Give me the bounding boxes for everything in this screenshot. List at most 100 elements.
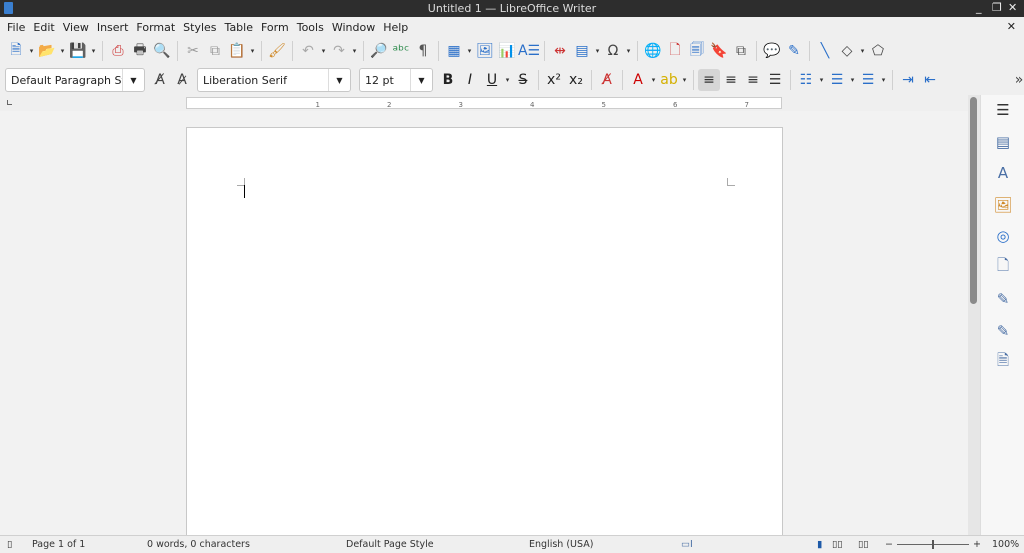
zoom-level[interactable]: 100% (992, 539, 1019, 550)
menu-insert[interactable]: Insert (93, 21, 133, 34)
bookmark-icon[interactable]: 🔖 (708, 40, 730, 62)
properties-icon[interactable]: ▤ (992, 131, 1014, 153)
italic-icon[interactable]: I (459, 69, 481, 91)
zoom-out-button[interactable]: − (885, 539, 893, 550)
page-break-icon[interactable]: ⇹ (549, 40, 571, 62)
menu-icon[interactable]: ☰ (992, 99, 1014, 121)
dropdown-arrow-icon[interactable]: ▾ (624, 47, 633, 55)
find-replace-icon[interactable]: 🔎 (368, 40, 390, 62)
page-count[interactable]: Page 1 of 1 (32, 539, 85, 550)
document-page[interactable] (186, 127, 783, 547)
design-icon[interactable]: 🗎 (992, 351, 1014, 373)
multi-page-view-icon[interactable]: ▯▯ (832, 539, 842, 550)
formatting-marks-icon[interactable]: ¶ (412, 40, 434, 62)
export-pdf-icon[interactable]: ⎙ (107, 40, 129, 62)
chevron-down-icon[interactable]: ▼ (328, 69, 350, 91)
increase-indent-icon[interactable]: ⇥ (897, 69, 919, 91)
manage-changes-icon[interactable]: ✎ (992, 320, 1014, 342)
menu-edit[interactable]: Edit (29, 21, 58, 34)
tab-stop-selector[interactable] (7, 100, 12, 105)
maximize-button[interactable]: ❐ (992, 1, 1002, 14)
language[interactable]: English (USA) (529, 539, 593, 550)
styles-icon[interactable]: A (992, 162, 1014, 184)
align-right-icon[interactable]: ≡ (742, 69, 764, 91)
undo-icon[interactable]: ↶ (297, 40, 319, 62)
dropdown-arrow-icon[interactable]: ▾ (817, 76, 826, 84)
navigator-icon[interactable]: ◎ (992, 225, 1014, 247)
dropdown-arrow-icon[interactable]: ▾ (593, 47, 602, 55)
dropdown-arrow-icon[interactable]: ▾ (879, 76, 888, 84)
menu-table[interactable]: Table (221, 21, 257, 34)
cross-reference-icon[interactable]: ⧉ (730, 40, 752, 62)
vertical-scrollbar[interactable] (968, 95, 980, 535)
basic-shapes-icon[interactable]: ◇ (836, 40, 858, 62)
open-folder-icon[interactable]: 📂 (36, 40, 58, 62)
draw-functions-icon[interactable]: ⬠ (867, 40, 889, 62)
gallery-icon[interactable]: 🖼 (992, 194, 1014, 216)
paragraph-style-combo[interactable]: Default Paragraph Styl▼ (5, 68, 145, 92)
chevron-down-icon[interactable]: ▼ (122, 69, 144, 91)
dropdown-arrow-icon[interactable]: ▾ (27, 47, 36, 55)
insert-chart-icon[interactable]: 📊 (496, 40, 518, 62)
endnote-icon[interactable]: 🗐 (686, 40, 708, 62)
dropdown-arrow-icon[interactable]: ▾ (680, 76, 689, 84)
close-document-button[interactable]: ✕ (1007, 20, 1016, 33)
align-center-icon[interactable]: ≡ (720, 69, 742, 91)
insert-textbox-icon[interactable]: A☰ (518, 40, 540, 62)
copy-icon[interactable]: ⧉ (204, 40, 226, 62)
numbered-list-icon[interactable]: ☰ (826, 69, 848, 91)
underline-icon[interactable]: U (481, 69, 503, 91)
clone-formatting-icon[interactable]: 🖌 (266, 40, 288, 62)
dropdown-arrow-icon[interactable]: ▾ (350, 47, 359, 55)
bold-icon[interactable]: B (437, 69, 459, 91)
insert-image-icon[interactable]: 🖼 (474, 40, 496, 62)
dropdown-arrow-icon[interactable]: ▾ (848, 76, 857, 84)
strikethrough-icon[interactable]: S̶ (512, 69, 534, 91)
update-style-icon[interactable]: A̸ (149, 69, 171, 91)
close-window-button[interactable]: ✕ (1008, 1, 1017, 14)
dropdown-arrow-icon[interactable]: ▾ (465, 47, 474, 55)
subscript-icon[interactable]: x₂ (565, 69, 587, 91)
word-count[interactable]: 0 words, 0 characters (147, 539, 250, 550)
menu-tools[interactable]: Tools (293, 21, 328, 34)
insert-table-icon[interactable]: ▦ (443, 40, 465, 62)
menu-styles[interactable]: Styles (179, 21, 220, 34)
comment-icon[interactable]: 💬 (761, 40, 783, 62)
redo-icon[interactable]: ↷ (328, 40, 350, 62)
zoom-slider-handle[interactable] (932, 540, 934, 549)
new-style-icon[interactable]: A̷ (171, 69, 193, 91)
menu-form[interactable]: Form (257, 21, 293, 34)
font-name-combo[interactable]: Liberation Serif ▼ (197, 68, 351, 92)
menu-help[interactable]: Help (379, 21, 412, 34)
superscript-icon[interactable]: x² (543, 69, 565, 91)
dropdown-arrow-icon[interactable]: ▾ (58, 47, 67, 55)
print-icon[interactable]: 🖶 (129, 40, 151, 62)
insert-field-icon[interactable]: ▤ (571, 40, 593, 62)
new-document-icon[interactable]: 🗎 (5, 40, 27, 62)
menu-file[interactable]: File (3, 21, 29, 34)
dropdown-arrow-icon[interactable]: ▾ (858, 47, 867, 55)
font-color-icon[interactable]: A (627, 69, 649, 91)
page-icon[interactable]: 🗋 (992, 256, 1014, 279)
dropdown-arrow-icon[interactable]: ▾ (248, 47, 257, 55)
save-icon[interactable]: 💾 (67, 40, 89, 62)
more-options-icon[interactable]: » (1008, 69, 1024, 91)
dropdown-arrow-icon[interactable]: ▾ (89, 47, 98, 55)
minimize-button[interactable]: _ (976, 1, 982, 14)
selection-mode-icon[interactable]: ▭I (681, 539, 693, 550)
zoom-in-button[interactable]: + (973, 539, 981, 550)
cut-icon[interactable]: ✂ (182, 40, 204, 62)
style-inspector-icon[interactable]: ✎ (992, 288, 1014, 310)
align-left-icon[interactable]: ≡ (698, 69, 720, 91)
dropdown-arrow-icon[interactable]: ▾ (649, 76, 658, 84)
print-preview-icon[interactable]: 🔍 (151, 40, 173, 62)
highlight-color-icon[interactable]: ab (658, 69, 680, 91)
hyperlink-icon[interactable]: 🌐 (642, 40, 664, 62)
chevron-down-icon[interactable]: ▼ (410, 69, 432, 91)
track-changes-icon[interactable]: ✎ (783, 40, 805, 62)
special-character-icon[interactable]: Ω (602, 40, 624, 62)
zoom-slider[interactable] (897, 540, 969, 549)
paste-icon[interactable]: 📋 (226, 40, 248, 62)
scrollbar-thumb[interactable] (970, 97, 977, 304)
dropdown-arrow-icon[interactable]: ▾ (503, 76, 512, 84)
